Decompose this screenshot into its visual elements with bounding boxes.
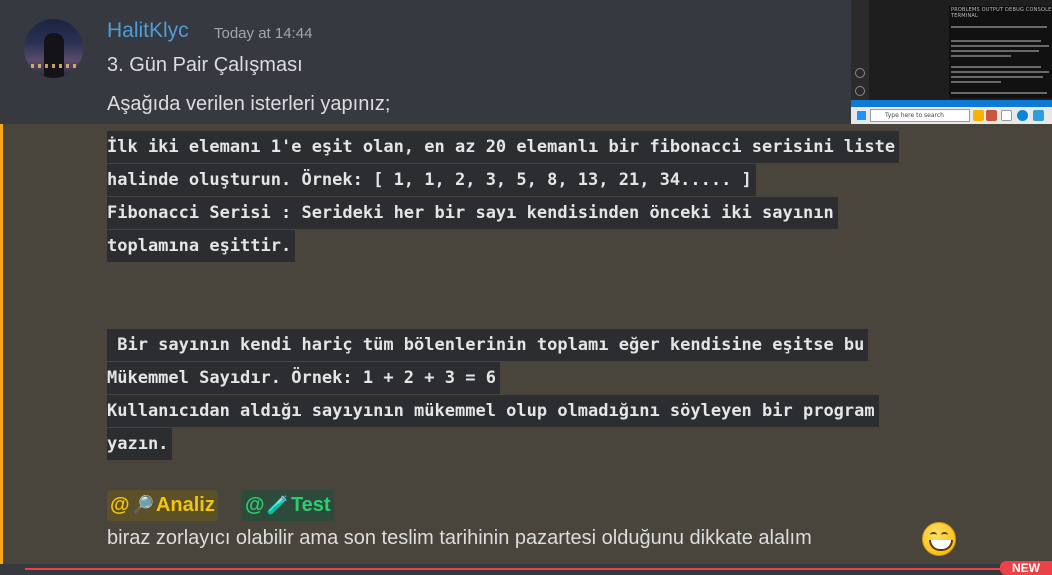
message-last-line: biraz zorlayıcı olabilir ama son teslim … <box>107 527 812 549</box>
gear-icon <box>855 86 865 96</box>
thumbnail-terminal-tabs: PROBLEMS OUTPUT DEBUG CONSOLE TERMINAL <box>951 7 1052 19</box>
mention-indicator-bar <box>0 124 3 564</box>
vscode-icon <box>1033 110 1044 121</box>
thumbnail-search-box: Type here to search <box>870 109 970 122</box>
inline-code: Fibonacci Serisi : Serideki her bir sayı… <box>107 197 838 229</box>
inline-code: halinde oluşturun. Örnek: [ 1, 1, 2, 3, … <box>107 164 756 196</box>
app-icon <box>1001 110 1012 121</box>
message-line-2: Aşağıda verilen isterleri yapınız; <box>107 93 391 115</box>
thumbnail-terminal <box>949 6 1052 98</box>
test-tube-icon: 🧪 <box>266 495 289 515</box>
grinning-face-icon <box>922 522 956 556</box>
inline-code: Mükemmel Sayıdır. Örnek: 1 + 2 + 3 = 6 <box>107 362 500 394</box>
inline-code: Kullanıcıdan aldığı sayıyının mükemmel o… <box>107 395 879 427</box>
message-line-1: 3. Gün Pair Çalışması <box>107 54 303 76</box>
role-mention-analiz[interactable]: @ 🔎 Analiz <box>107 490 218 521</box>
thumbnail-activity-bar <box>851 0 869 100</box>
avatar-city-lights <box>24 64 83 68</box>
account-icon <box>855 68 865 78</box>
folder-icon <box>973 110 984 121</box>
avatar-silhouette <box>44 33 64 78</box>
user-avatar[interactable] <box>24 19 83 78</box>
attached-image-thumbnail[interactable]: PROBLEMS OUTPUT DEBUG CONSOLE TERMINAL T… <box>851 0 1052 124</box>
role-mention-test[interactable]: @ 🧪 Test <box>242 490 334 521</box>
inline-code: toplamına eşittir. <box>107 230 296 262</box>
inline-code: İlk iki elemanı 1'e eşit olan, en az 20 … <box>107 131 900 163</box>
inline-code: Bir sayının kendi hariç tüm bölenlerinin… <box>107 329 869 361</box>
username[interactable]: HalitKlyc <box>107 19 189 43</box>
app-icon <box>986 110 997 121</box>
thumbnail-status-bar <box>851 100 1052 107</box>
inline-code: yazın. <box>107 428 173 460</box>
message-timestamp[interactable]: Today at 14:44 <box>214 25 312 42</box>
windows-start-icon <box>857 111 866 120</box>
edge-icon <box>1017 110 1028 121</box>
new-badge: NEW <box>1000 561 1052 575</box>
magnifier-icon: 🔎 <box>131 495 154 515</box>
new-messages-divider <box>25 568 1015 570</box>
